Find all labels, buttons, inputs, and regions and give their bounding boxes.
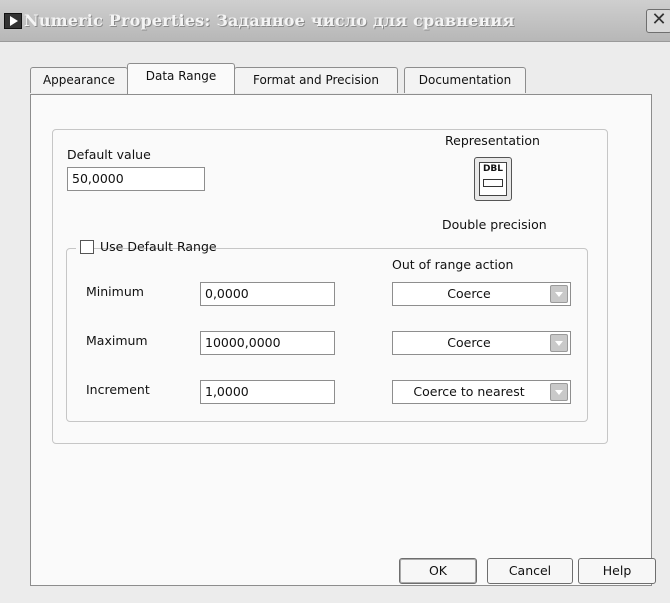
labview-vi-icon [4,13,22,29]
data-range-panel: Default value 50,0000 Representation DBL… [30,94,652,586]
increment-field[interactable]: 1,0000 [200,380,335,404]
chevron-down-icon[interactable] [550,383,568,401]
increment-action-select[interactable]: Coerce to nearest [392,380,571,404]
increment-action-value: Coerce to nearest [413,384,525,399]
tab-documentation[interactable]: Documentation [404,67,526,93]
cancel-button[interactable]: Cancel [487,558,573,584]
chevron-down-icon[interactable] [550,334,568,352]
out-of-range-action-label: Out of range action [392,257,514,272]
use-default-range[interactable]: Use Default Range [76,237,217,257]
numeric-indicator-icon [483,179,503,187]
representation-badge: DBL [482,164,504,174]
tab-data-range[interactable]: Data Range [127,63,235,94]
default-value-field[interactable]: 50,0000 [67,167,205,191]
maximum-action-value: Coerce [447,335,491,350]
representation-type-label: Double precision [442,217,547,232]
window-title: Numeric Properties: Заданное число для с… [24,11,515,30]
minimum-label: Minimum [86,284,144,299]
data-range-group: Default value 50,0000 Representation DBL… [52,129,608,444]
use-default-range-checkbox[interactable] [80,240,94,254]
use-default-range-label: Use Default Range [100,239,217,254]
default-value-label: Default value [67,147,151,162]
minimum-action-select[interactable]: Coerce [392,282,571,306]
chevron-down-icon[interactable] [550,285,568,303]
minimum-field[interactable]: 0,0000 [200,282,335,306]
title-bar: Numeric Properties: Заданное число для с… [0,0,670,42]
ok-button[interactable]: OK [399,558,477,584]
maximum-action-select[interactable]: Coerce [392,331,571,355]
dialog-body: Appearance Data Range Format and Precisi… [10,42,670,603]
maximum-label: Maximum [86,333,148,348]
close-button[interactable]: ✕ [646,9,670,33]
help-button[interactable]: Help [578,558,656,584]
minimum-action-value: Coerce [447,286,491,301]
representation-icon: DBL [479,162,507,196]
maximum-field[interactable]: 10000,0000 [200,331,335,355]
representation-label: Representation [445,133,540,148]
increment-label: Increment [86,382,150,397]
tab-appearance[interactable]: Appearance [30,67,128,93]
tab-format-and-precision[interactable]: Format and Precision [234,67,398,93]
representation-button[interactable]: DBL [474,157,512,201]
